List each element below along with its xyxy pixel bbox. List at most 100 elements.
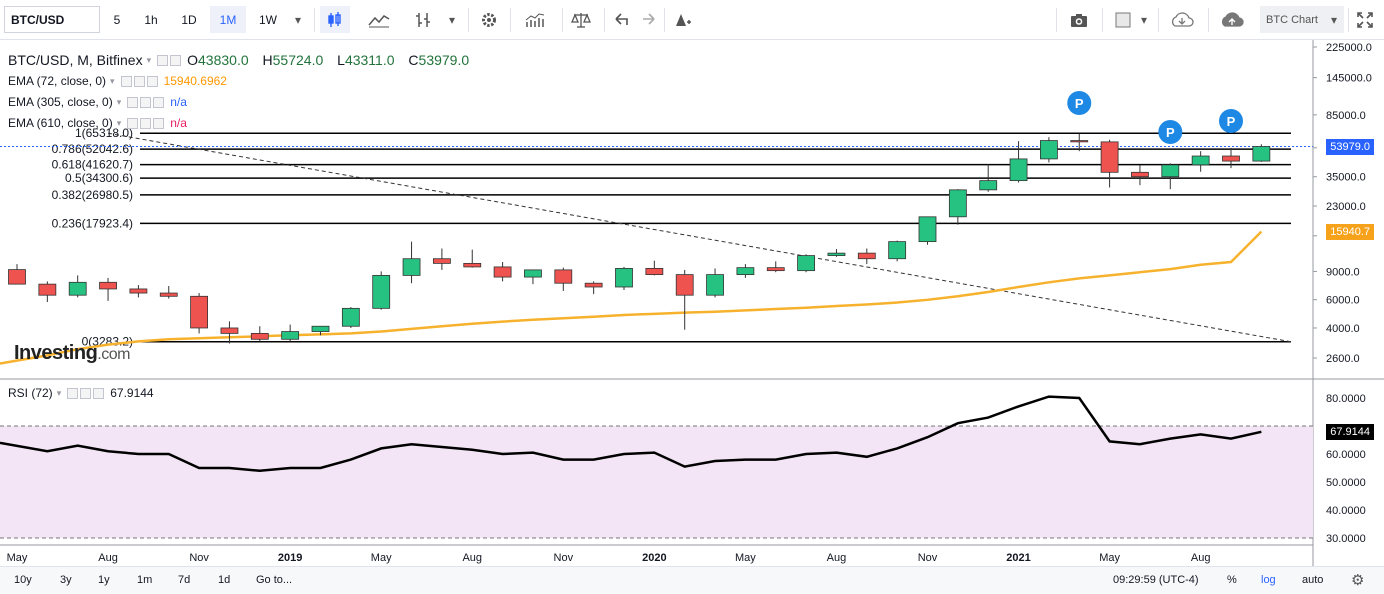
compare-scale-icon[interactable] [566, 6, 596, 33]
ema305-label[interactable]: EMA (305, close, 0) [8, 95, 113, 109]
candle-body [372, 275, 391, 309]
interval-1w[interactable]: 1W [250, 6, 286, 33]
price-chart-svg[interactable]: 1(65318.0)0.786(52042.6)0.618(41620.7)0.… [0, 40, 1384, 566]
legend-symbol-title[interactable]: BTC/USD, M, Bitfinex [8, 52, 143, 68]
scale-settings-gear-icon[interactable]: ⚙ [1351, 571, 1364, 589]
chart-name-dropdown-icon[interactable]: ▾ [1324, 6, 1344, 33]
candle-body [1070, 140, 1089, 143]
interval-dropdown-icon[interactable]: ▾ [288, 6, 308, 33]
ema72-visibility-icon[interactable] [120, 75, 132, 87]
ema72-dropdown-icon[interactable]: ▾ [110, 76, 115, 87]
p-marker-label: P [1075, 96, 1084, 111]
ema305-dropdown-icon[interactable]: ▾ [117, 97, 122, 108]
candle-body [706, 274, 724, 296]
rsi-dropdown-icon[interactable]: ▾ [57, 388, 62, 399]
ema72-legend: EMA (72, close, 0) ▾ 15940.6962 [8, 74, 227, 88]
time-axis-label: Aug [462, 552, 482, 564]
ema610-dropdown-icon[interactable]: ▾ [117, 118, 122, 129]
candle-body [1131, 171, 1149, 178]
fullscreen-icon[interactable] [1350, 6, 1380, 33]
chart-name-label[interactable]: BTC Chart [1260, 6, 1324, 33]
time-axis-label: Nov [189, 552, 209, 564]
interval-1m[interactable]: 1M [210, 6, 246, 33]
logo-brand: Investing [14, 342, 98, 364]
close-label: C [408, 52, 419, 68]
rsi-value-tag: 67.9144 [1326, 423, 1374, 440]
top-toolbar: BTC/USD 5 1h 1D 1M 1W ▾ ▾ ▾ BTC Chart ▾ [0, 0, 1384, 40]
candle-body [129, 288, 148, 294]
ema305-remove-icon[interactable] [153, 96, 165, 108]
ema305-visibility-icon[interactable] [127, 96, 139, 108]
interval-1d[interactable]: 1D [172, 6, 206, 33]
visibility-toggle-icon[interactable] [157, 54, 169, 66]
goto-button[interactable]: Go to... [256, 574, 292, 586]
range-7d[interactable]: 7d [178, 574, 190, 586]
interval-1h[interactable]: 1h [134, 6, 168, 33]
time-axis-label: Nov [918, 552, 938, 564]
ema610-visibility-icon[interactable] [127, 117, 139, 129]
range-1m[interactable]: 1m [137, 574, 152, 586]
settings-gear-icon[interactable] [474, 6, 504, 33]
redo-icon[interactable] [634, 6, 664, 33]
candle-body [402, 258, 421, 276]
rsi-axis-label: 80.0000 [1326, 393, 1366, 405]
time-axis-label: May [7, 552, 28, 564]
layout-dropdown-icon[interactable]: ▾ [1134, 6, 1154, 33]
ema610-value: n/a [170, 116, 187, 130]
price-axis-label: 4000.0 [1326, 323, 1360, 335]
camera-snapshot-icon[interactable] [1064, 6, 1094, 33]
ema305-value: n/a [170, 95, 187, 109]
high-value: 55724.0 [272, 52, 324, 68]
ema72-line [0, 230, 1263, 365]
chart-type-dropdown-icon[interactable]: ▾ [442, 6, 462, 33]
fib-label: 0.618(41620.7) [52, 158, 133, 172]
ema305-settings-icon[interactable] [140, 96, 152, 108]
chart-area[interactable]: 1(65318.0) 0.786(52042.6) 0.618(41620.7) 0.… [0, 40, 1384, 594]
legend-dropdown-icon[interactable]: ▾ [147, 55, 152, 66]
ema72-remove-icon[interactable] [146, 75, 158, 87]
candle-body [645, 267, 664, 275]
candles-icon[interactable] [320, 6, 350, 33]
cloud-save-icon[interactable] [1218, 6, 1246, 33]
price-axis-label: 145000.0 [1326, 73, 1372, 85]
candle-body [615, 267, 633, 288]
rsi-visibility-icon[interactable] [67, 387, 79, 399]
percent-toggle[interactable]: % [1227, 574, 1237, 586]
ema610-settings-icon[interactable] [140, 117, 152, 129]
indicators-icon[interactable] [520, 6, 550, 33]
cloud-load-icon[interactable] [1168, 6, 1196, 33]
high-label: H [262, 52, 273, 68]
clock-time: 09:29:59 (UTC-4) [1113, 574, 1199, 586]
rsi-label[interactable]: RSI (72) [8, 386, 53, 400]
ema72-label[interactable]: EMA (72, close, 0) [8, 74, 106, 88]
alert-icon[interactable] [668, 6, 698, 33]
symbol-search-input[interactable]: BTC/USD [4, 6, 100, 33]
bars-icon[interactable] [408, 6, 438, 33]
undo-icon[interactable] [606, 6, 636, 33]
line-chart-icon[interactable] [364, 6, 394, 33]
range-3y[interactable]: 3y [60, 574, 72, 586]
ema305-legend: EMA (305, close, 0) ▾ n/a [8, 95, 187, 109]
candle-body [432, 258, 451, 264]
candle-body [190, 295, 209, 329]
candle-body [524, 269, 542, 278]
range-1y[interactable]: 1y [98, 574, 110, 586]
ema610-remove-icon[interactable] [153, 117, 165, 129]
rsi-settings-icon[interactable] [80, 387, 92, 399]
price-axis-label: 23000.0 [1326, 201, 1366, 213]
ema610-label[interactable]: EMA (610, close, 0) [8, 116, 113, 130]
low-label: L [337, 52, 345, 68]
legend-settings-icon[interactable] [170, 54, 182, 66]
fib-label: 0.382(26980.5) [52, 188, 133, 202]
range-10y[interactable]: 10y [14, 574, 32, 586]
rsi-axis-label: 30.0000 [1326, 533, 1366, 545]
interval-5[interactable]: 5 [104, 6, 130, 33]
ema72-value: 15940.6962 [163, 74, 227, 88]
ema72-settings-icon[interactable] [133, 75, 145, 87]
log-toggle[interactable]: log [1261, 574, 1276, 586]
rsi-remove-icon[interactable] [93, 387, 105, 399]
auto-toggle[interactable]: auto [1302, 574, 1323, 586]
candle-body [766, 267, 785, 272]
time-axis-label: Aug [827, 552, 847, 564]
range-1d[interactable]: 1d [218, 574, 230, 586]
